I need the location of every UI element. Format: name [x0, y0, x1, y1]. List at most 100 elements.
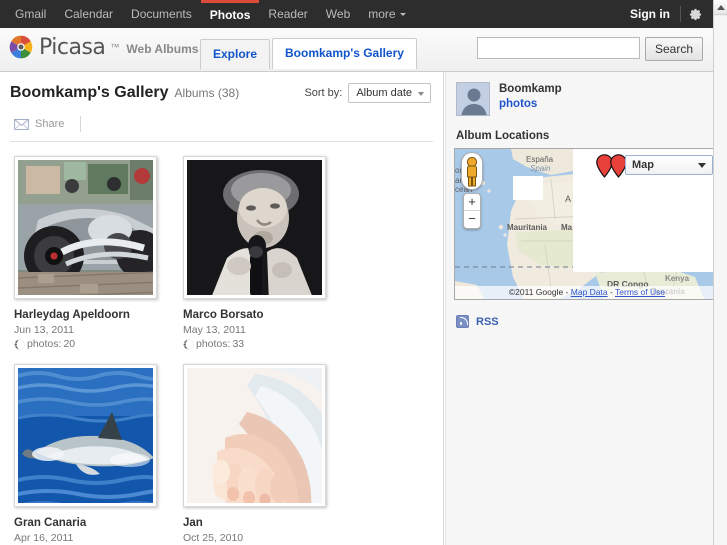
- trademark-symbol: ™: [110, 42, 120, 52]
- avatar[interactable]: [456, 82, 490, 116]
- page-scrollbar[interactable]: [713, 0, 727, 545]
- album-card[interactable]: Gran Canaria Apr 16, 2011 photos: 50: [14, 364, 169, 545]
- map-label-spain: Spain: [530, 164, 551, 173]
- map-type-value: Map: [632, 159, 654, 171]
- terms-of-use-link[interactable]: Terms of Use: [615, 287, 665, 297]
- street-view-pegman-icon[interactable]: [461, 152, 483, 190]
- picasa-logo-subtitle: Web Albums: [126, 42, 199, 56]
- album-grid: Harleydag Apeldoorn Jun 13, 2011 photos:…: [8, 156, 443, 545]
- page-title: Boomkamp's Gallery: [10, 84, 169, 101]
- scrollbar-track[interactable]: [714, 16, 727, 545]
- map-attribution-copyright: ©2011 Google -: [508, 287, 571, 297]
- album-thumbnail-frame[interactable]: [14, 364, 157, 507]
- photos-count: 33: [232, 338, 245, 350]
- share-button[interactable]: Share: [10, 117, 72, 131]
- thumb-baby-hand: [187, 368, 322, 503]
- picasa-pinwheel-icon: [9, 35, 33, 59]
- nav-more-menu[interactable]: more: [359, 0, 414, 28]
- album-card[interactable]: Marco Borsato May 13, 2011 photos: 33: [183, 156, 338, 350]
- map-label-espana: España: [526, 155, 554, 164]
- album-photo-count: photos: 20: [14, 338, 169, 350]
- user-name: Boomkamp: [499, 83, 562, 95]
- tab-explore[interactable]: Explore: [200, 39, 271, 69]
- album-photo-count: photos: 33: [183, 338, 338, 350]
- nav-link-reader[interactable]: Reader: [259, 0, 316, 28]
- nav-link-gmail[interactable]: Gmail: [6, 0, 55, 28]
- map-label-mauritania: Mauritania: [507, 223, 548, 232]
- rss-icon: [456, 315, 469, 328]
- search-input[interactable]: [476, 37, 640, 59]
- chevron-down-icon: [399, 13, 406, 17]
- sign-in-button[interactable]: Sign in: [620, 0, 680, 28]
- album-thumbnail-frame[interactable]: [183, 156, 326, 299]
- chevron-down-icon: [698, 162, 706, 168]
- sidebar: Boomkamp photos Album Locations España S…: [445, 72, 720, 545]
- album-locations-heading: Album Locations: [456, 130, 550, 142]
- photos-label: photos:: [196, 338, 231, 350]
- album-title[interactable]: Harleydag Apeldoorn: [14, 308, 169, 322]
- user-photos-link[interactable]: photos: [499, 98, 562, 110]
- map-type-dropdown[interactable]: Map: [625, 155, 713, 175]
- nav-link-documents[interactable]: Documents: [122, 0, 201, 28]
- page-content: Boomkamp's Gallery Albums (38) Sort by: …: [0, 72, 720, 545]
- photos-label: photos:: [27, 338, 62, 350]
- thumb-motorcycles: [18, 160, 153, 295]
- album-thumbnail-frame[interactable]: [183, 364, 326, 507]
- album-date: Oct 25, 2010: [183, 532, 244, 544]
- google-top-bar: Gmail Calendar Documents Photos Reader W…: [0, 0, 713, 28]
- default-avatar-icon: [457, 83, 489, 115]
- sort-label: Sort by:: [304, 87, 343, 99]
- tab-boomkamps-gallery[interactable]: Boomkamp's Gallery: [272, 38, 417, 69]
- map-zoom-controls: + −: [463, 193, 481, 229]
- map-zoom-out-button[interactable]: −: [464, 211, 480, 228]
- map-label-ma: Ma: [561, 223, 573, 232]
- album-card[interactable]: Jan Oct 25, 2010 photos: 24: [183, 364, 338, 545]
- map-label-a: A: [565, 194, 572, 204]
- sort-dropdown-value: Album date: [356, 87, 412, 99]
- sort-dropdown[interactable]: Album date: [348, 83, 431, 103]
- album-locations-map[interactable]: España Spain ort ant cean A Mauritania M…: [454, 148, 720, 300]
- gallery-toolbar: Share: [10, 116, 433, 142]
- map-markers: [596, 154, 627, 178]
- nav-link-calendar[interactable]: Calendar: [55, 0, 122, 28]
- google-nav-links: Gmail Calendar Documents Photos Reader W…: [0, 0, 415, 28]
- album-title[interactable]: Marco Borsato: [183, 308, 338, 322]
- picasa-logo-text: Picasa: [39, 34, 106, 60]
- sort-control: Sort by: Album date: [304, 83, 431, 103]
- header-tabs: Explore Boomkamp's Gallery: [200, 38, 419, 69]
- nav-link-photos[interactable]: Photos: [200, 0, 260, 28]
- user-info: Boomkamp photos: [446, 72, 713, 116]
- album-date: Jun 13, 2011: [14, 324, 74, 336]
- map-attribution: ©2011 Google - Map Data - Terms of Use: [455, 286, 719, 299]
- nav-link-web[interactable]: Web: [317, 0, 359, 28]
- map-zoom-in-button[interactable]: +: [464, 194, 480, 211]
- map-tile-placeholder: [513, 176, 543, 200]
- share-label: Share: [35, 118, 65, 130]
- map-data-link[interactable]: Map Data: [571, 287, 608, 297]
- scroll-up-button[interactable]: [714, 0, 727, 15]
- search-button[interactable]: Search: [644, 37, 703, 61]
- globe-icon: [14, 339, 25, 349]
- user-text-block: Boomkamp photos: [499, 82, 562, 110]
- thumb-singer-bw: [187, 160, 322, 295]
- envelope-icon: [14, 118, 29, 130]
- album-title[interactable]: Jan: [183, 516, 338, 530]
- map-attribution-separator: -: [607, 287, 616, 297]
- picasa-header: Picasa ™ Web Albums Explore Boomkamp's G…: [0, 28, 713, 72]
- album-card[interactable]: Harleydag Apeldoorn Jun 13, 2011 photos:…: [14, 156, 169, 350]
- album-count-label: Albums (38): [174, 86, 240, 100]
- toolbar-divider: [80, 116, 82, 132]
- albums-column: Boomkamp's Gallery Albums (38) Sort by: …: [0, 72, 444, 545]
- album-thumbnail-frame[interactable]: [14, 156, 157, 299]
- thumb-dolphin: [18, 368, 153, 503]
- album-title[interactable]: Gran Canaria: [14, 516, 169, 530]
- picasa-logo[interactable]: Picasa ™ Web Albums: [8, 34, 198, 60]
- album-date: May 13, 2011: [183, 324, 246, 336]
- globe-icon: [183, 339, 194, 349]
- rss-link[interactable]: RSS: [456, 315, 713, 328]
- nav-more-label: more: [368, 7, 396, 21]
- gallery-header: Boomkamp's Gallery Albums (38) Sort by: …: [0, 72, 443, 103]
- map-label-kenya: Kenya: [665, 274, 690, 283]
- gear-icon[interactable]: [681, 0, 709, 28]
- rss-label: RSS: [476, 315, 499, 328]
